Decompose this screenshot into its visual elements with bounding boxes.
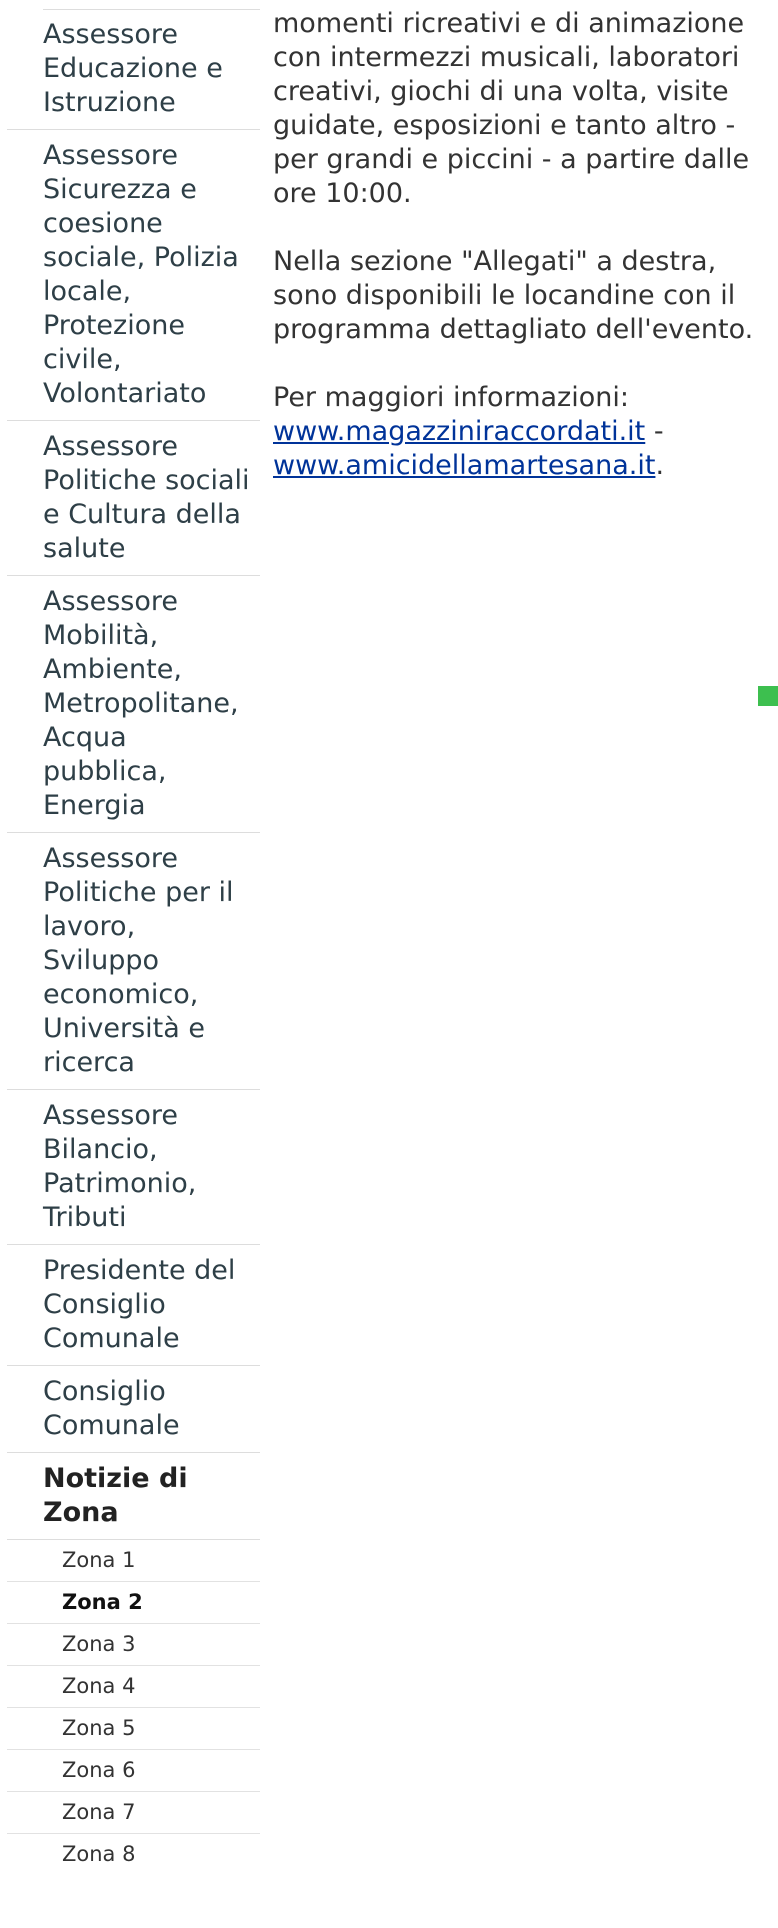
sidebar-item-assessore-sicurezza[interactable]: Assessore Sicurezza e coesione sociale, …: [7, 130, 260, 421]
sidebar-item-consiglio-comunale[interactable]: Consiglio Comunale: [7, 1366, 260, 1453]
zone-item-2-active[interactable]: Zona 2: [7, 1582, 260, 1624]
link-magazzini-raccordati[interactable]: www.magazziniraccordati.it: [273, 416, 645, 447]
zone-item-1[interactable]: Zona 1: [7, 1540, 260, 1582]
zone-item-3[interactable]: Zona 3: [7, 1624, 260, 1666]
sidebar-item-assessore-lavoro[interactable]: Assessore Politiche per il lavoro, Svilu…: [7, 833, 260, 1090]
notizie-di-zona-heading: Notizie di Zona: [7, 1453, 260, 1540]
sidebar-item-presidente-consiglio[interactable]: Presidente del Consiglio Comunale: [7, 1245, 260, 1366]
sidebar-item-assessore-educazione[interactable]: Assessore Educazione e Istruzione: [7, 10, 260, 130]
sidebar-item-assessore-bilancio[interactable]: Assessore Bilancio, Patrimonio, Tributi: [7, 1090, 260, 1245]
link-amici-della-martesana[interactable]: www.amicidellamartesana.it: [273, 450, 655, 481]
article-paragraph-attachments: Nella sezione "Allegati" a destra, sono …: [273, 246, 754, 345]
green-square-marker: [758, 686, 778, 706]
sidebar-nav: Assessore Educazione e Istruzione Assess…: [7, 0, 260, 1875]
sidebar-item-assessore-mobilita[interactable]: Assessore Mobilità, Ambiente, Metropolit…: [7, 576, 260, 833]
zone-item-7[interactable]: Zona 7: [7, 1792, 260, 1834]
info-label: Per maggiori informazioni:: [273, 382, 629, 413]
article-body: momenti ricreativi e di animazione con i…: [273, 7, 778, 517]
trailing-period: .: [655, 450, 665, 481]
article-paragraph-activities: momenti ricreativi e di animazione con i…: [273, 8, 750, 209]
zone-item-6[interactable]: Zona 6: [7, 1750, 260, 1792]
link-separator: -: [645, 416, 664, 447]
zone-item-5[interactable]: Zona 5: [7, 1708, 260, 1750]
zone-item-8[interactable]: Zona 8: [7, 1834, 260, 1875]
article-paragraph-info: Per maggiori informazioni: www.magazzini…: [273, 381, 778, 483]
sidebar-item-assessore-politiche-sociali[interactable]: Assessore Politiche sociali e Cultura de…: [7, 421, 260, 576]
zone-item-4[interactable]: Zona 4: [7, 1666, 260, 1708]
